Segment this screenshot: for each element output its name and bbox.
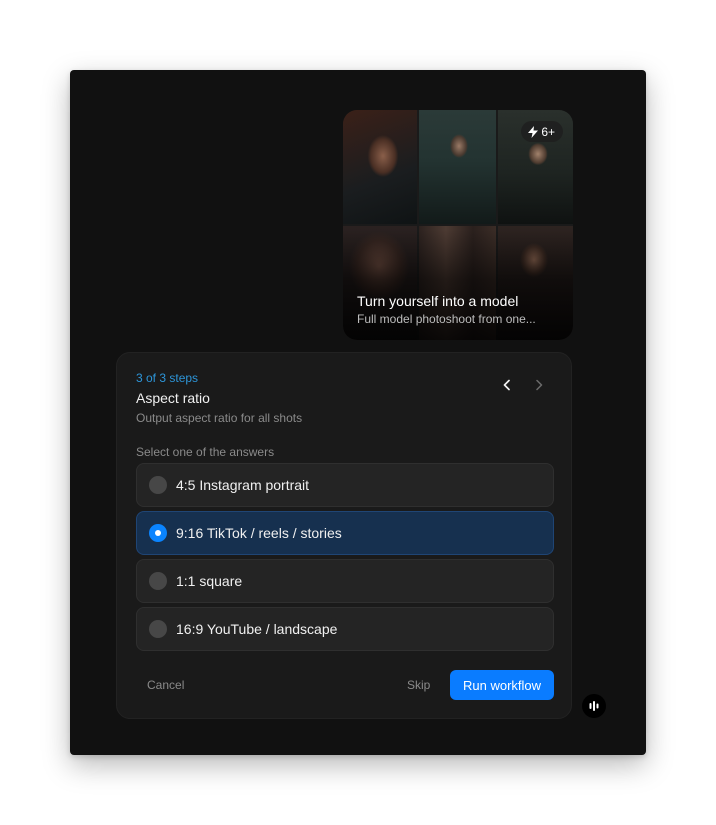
step-title: Aspect ratio bbox=[136, 390, 210, 406]
option-label: 16:9 YouTube / landscape bbox=[176, 621, 338, 637]
previous-step-button[interactable] bbox=[498, 376, 516, 394]
skip-button[interactable]: Skip bbox=[407, 678, 430, 692]
option-label: 4:5 Instagram portrait bbox=[176, 477, 310, 493]
run-workflow-button[interactable]: Run workflow bbox=[450, 670, 554, 700]
radio-button[interactable] bbox=[149, 476, 167, 494]
chevron-left-icon bbox=[503, 379, 510, 391]
step-counter: 3 of 3 steps bbox=[136, 371, 199, 385]
radio-button[interactable] bbox=[149, 572, 167, 590]
photo-tile bbox=[419, 110, 496, 224]
photo-tile bbox=[343, 110, 417, 224]
option-4-5-instagram-portrait[interactable]: 4:5 Instagram portrait bbox=[136, 463, 554, 507]
step-description: Output aspect ratio for all shots bbox=[136, 411, 303, 425]
activity-button[interactable] bbox=[582, 694, 606, 718]
answers-prompt: Select one of the answers bbox=[136, 445, 275, 459]
option-9-16-tiktok-reels-stories[interactable]: 9:16 TikTok / reels / stories bbox=[136, 511, 554, 555]
cancel-button[interactable]: Cancel bbox=[147, 678, 184, 692]
option-16-9-youtube-landscape[interactable]: 16:9 YouTube / landscape bbox=[136, 607, 554, 651]
workflow-card[interactable]: 6+ Turn yourself into a model Full model… bbox=[343, 110, 573, 340]
run-count-text: 6+ bbox=[541, 124, 555, 139]
workflow-subtitle: Full model photoshoot from one... bbox=[357, 312, 536, 326]
option-label: 1:1 square bbox=[176, 573, 243, 589]
next-step-button[interactable] bbox=[530, 376, 548, 394]
option-1-1-square[interactable]: 1:1 square bbox=[136, 559, 554, 603]
chevron-right-icon bbox=[536, 379, 543, 391]
radio-button-checked[interactable] bbox=[149, 524, 167, 542]
workflow-title: Turn yourself into a model bbox=[357, 293, 519, 309]
step-panel: 3 of 3 steps Aspect ratio Output aspect … bbox=[116, 352, 572, 719]
app-window: 6+ Turn yourself into a model Full model… bbox=[70, 70, 646, 755]
audio-bars-icon bbox=[589, 701, 599, 711]
option-label: 9:16 TikTok / reels / stories bbox=[176, 525, 342, 541]
radio-button[interactable] bbox=[149, 620, 167, 638]
run-count-badge: 6+ bbox=[521, 121, 563, 142]
lightning-bolt-icon bbox=[528, 125, 539, 138]
